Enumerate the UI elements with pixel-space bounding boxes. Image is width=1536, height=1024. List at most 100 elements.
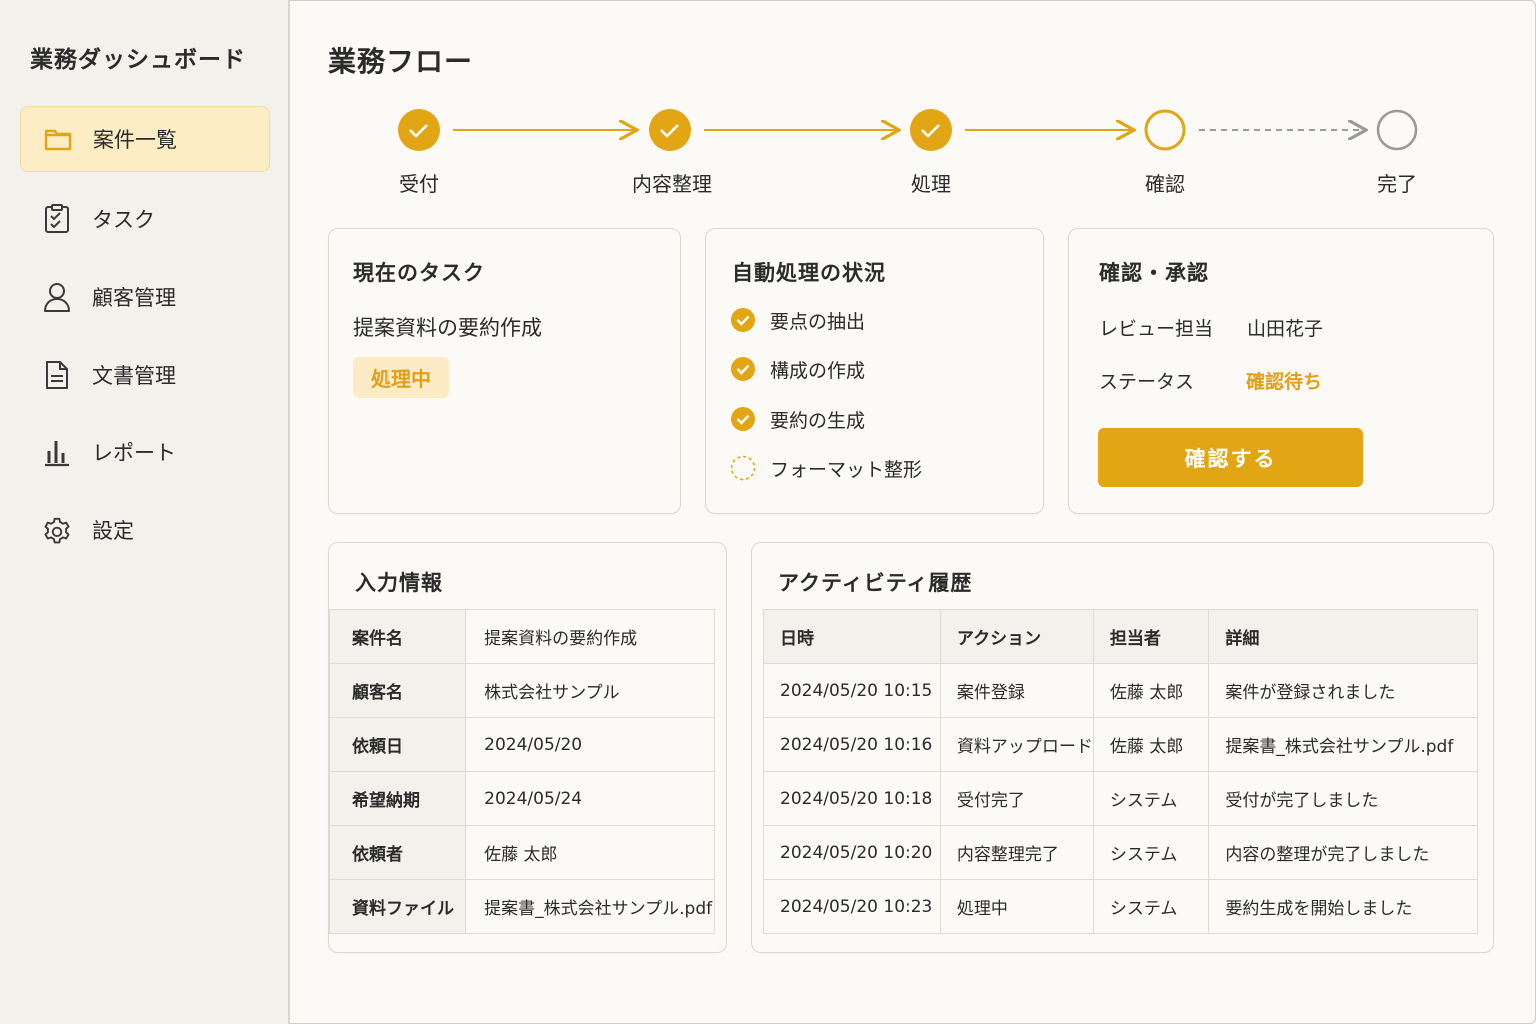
cell-detail: 提案書_株式会社サンプル.pdf xyxy=(1208,717,1478,772)
sidebar-item-label: 設定 xyxy=(92,519,134,543)
process-item: フォーマット整形 xyxy=(730,453,922,483)
table-row: 2024/05/20 10:18 受付完了 システム 受付が完了しました xyxy=(763,771,1478,826)
check-circle-icon xyxy=(731,357,755,381)
approval-card: 確認・承認 レビュー担当 山田花子 ステータス 確認待ち 確認する xyxy=(1068,228,1494,514)
status-label: ステータス xyxy=(1099,371,1195,393)
cell-detail: 受付が完了しました xyxy=(1208,771,1478,826)
sidebar-item-customers[interactable]: 顧客管理 xyxy=(20,264,270,330)
cell-assignee: 佐藤 太郎 xyxy=(1092,663,1210,718)
step-done-icon xyxy=(398,109,440,151)
field-value: 佐藤 太郎 xyxy=(465,825,715,880)
activity-table: 日時 アクション 担当者 詳細 2024/05/20 10:15 案件登録 佐藤… xyxy=(763,609,1478,934)
field-key: 顧客名 xyxy=(328,663,467,718)
table-row: 希望納期 2024/05/24 xyxy=(328,771,715,826)
document-icon xyxy=(42,360,72,390)
sidebar-item-documents[interactable]: 文書管理 xyxy=(20,342,270,408)
field-key: 資料ファイル xyxy=(328,879,467,934)
cell-assignee: システム xyxy=(1092,825,1210,880)
table-row: 2024/05/20 10:16 資料アップロード 佐藤 太郎 提案書_株式会社… xyxy=(763,717,1478,772)
table-row: 2024/05/20 10:15 案件登録 佐藤 太郎 案件が登録されました xyxy=(763,663,1478,718)
sidebar-item-settings[interactable]: 設定 xyxy=(20,497,270,563)
step-label-process: 処理 xyxy=(911,172,951,196)
current-task-card: 現在のタスク 提案資料の要約作成 処理中 xyxy=(328,228,681,514)
reviewer-value: 山田花子 xyxy=(1247,318,1324,340)
cell-action: 受付完了 xyxy=(939,771,1094,826)
cell-detail: 案件が登録されました xyxy=(1208,663,1478,718)
status-badge: 処理中 xyxy=(353,357,449,398)
step-label-organize: 内容整理 xyxy=(632,172,712,196)
input-info-table: 案件名 提案資料の要約作成 顧客名 株式会社サンプル 依頼日 2024/05/20 希… xyxy=(328,609,715,934)
cell-datetime: 2024/05/20 10:23 xyxy=(763,879,941,934)
table-row: 依頼者 佐藤 太郎 xyxy=(328,825,715,880)
process-item: 構成の作成 xyxy=(730,354,865,384)
field-key: 依頼日 xyxy=(328,717,467,772)
confirm-button[interactable]: 確認する xyxy=(1098,428,1363,487)
process-item-label: 構成の作成 xyxy=(770,359,866,382)
sidebar-item-label: 文書管理 xyxy=(92,364,176,388)
field-value: 2024/05/20 xyxy=(465,717,715,772)
field-key: 案件名 xyxy=(328,609,467,664)
status-value: 確認待ち xyxy=(1246,371,1323,393)
step-label-confirm: 確認 xyxy=(1145,172,1185,196)
table-row: 顧客名 株式会社サンプル xyxy=(328,663,715,718)
cell-datetime: 2024/05/20 10:20 xyxy=(763,825,941,880)
step-done-icon xyxy=(649,109,691,151)
cell-assignee: システム xyxy=(1092,879,1210,934)
field-value: 株式会社サンプル xyxy=(465,663,715,718)
sidebar-item-reports[interactable]: レポート xyxy=(20,419,270,485)
table-row: 2024/05/20 10:20 内容整理完了 システム 内容の整理が完了しまし… xyxy=(763,825,1478,880)
user-icon xyxy=(42,282,72,312)
column-header: アクション xyxy=(939,609,1094,664)
gear-icon xyxy=(42,515,72,545)
sidebar-item-label: 顧客管理 xyxy=(92,286,176,310)
cell-action: 資料アップロード xyxy=(939,717,1094,772)
cell-action: 内容整理完了 xyxy=(939,825,1094,880)
current-task-name: 提案資料の要約作成 xyxy=(353,316,542,340)
card-title: 自動処理の状況 xyxy=(732,261,886,285)
cell-action: 処理中 xyxy=(939,879,1094,934)
cell-detail: 要約生成を開始しました xyxy=(1208,879,1478,934)
cell-action: 案件登録 xyxy=(939,663,1094,718)
reviewer-label: レビュー担当 xyxy=(1099,318,1214,340)
cell-detail: 内容の整理が完了しました xyxy=(1208,825,1478,880)
sidebar-item-label: レポート xyxy=(92,441,176,465)
step-label-complete: 完了 xyxy=(1377,172,1417,196)
column-header: 担当者 xyxy=(1092,609,1210,664)
input-info-card: 入力情報 案件名 提案資料の要約作成 顧客名 株式会社サンプル 依頼日 2024/05… xyxy=(328,542,727,953)
process-item-label: 要点の抽出 xyxy=(770,310,866,333)
field-key: 依頼者 xyxy=(328,825,467,880)
process-item: 要約の生成 xyxy=(730,404,865,434)
bar-chart-icon xyxy=(42,437,72,467)
step-label-reception: 受付 xyxy=(399,172,439,196)
table-row: 依頼日 2024/05/20 xyxy=(328,717,715,772)
card-title: 確認・承認 xyxy=(1099,261,1209,285)
table-row: 資料ファイル 提案書_株式会社サンプル.pdf xyxy=(328,879,715,934)
column-header: 詳細 xyxy=(1208,609,1478,664)
process-item: 要点の抽出 xyxy=(730,305,865,335)
field-value: 2024/05/24 xyxy=(465,771,715,826)
step-current-icon xyxy=(1144,109,1186,151)
check-circle-icon xyxy=(731,308,755,332)
pending-circle-icon xyxy=(730,455,756,481)
cell-datetime: 2024/05/20 10:15 xyxy=(763,663,941,718)
card-title: 入力情報 xyxy=(355,571,443,595)
cell-datetime: 2024/05/20 10:18 xyxy=(763,771,941,826)
cell-assignee: システム xyxy=(1092,771,1210,826)
file-link[interactable]: 提案書_株式会社サンプル.pdf xyxy=(465,879,715,934)
step-done-icon xyxy=(910,109,952,151)
process-item-label: フォーマット整形 xyxy=(770,458,923,481)
cell-assignee: 佐藤 太郎 xyxy=(1092,717,1210,772)
field-value: 提案資料の要約作成 xyxy=(465,609,715,664)
table-header-row: 日時 アクション 担当者 詳細 xyxy=(763,609,1478,664)
stepper-graphic xyxy=(398,109,1418,151)
table-row: 2024/05/20 10:23 処理中 システム 要約生成を開始しました xyxy=(763,879,1478,934)
column-header: 日時 xyxy=(763,609,941,664)
card-title: 現在のタスク xyxy=(353,261,485,285)
process-item-label: 要約の生成 xyxy=(770,409,866,432)
step-pending-icon xyxy=(1376,109,1418,151)
table-row: 案件名 提案資料の要約作成 xyxy=(328,609,715,664)
card-title: アクティビティ履歴 xyxy=(778,571,973,595)
cell-datetime: 2024/05/20 10:16 xyxy=(763,717,941,772)
auto-process-card: 自動処理の状況 要点の抽出 構成の作成 要約の生成 フォーマット整形 xyxy=(705,228,1044,514)
check-circle-icon xyxy=(731,407,755,431)
